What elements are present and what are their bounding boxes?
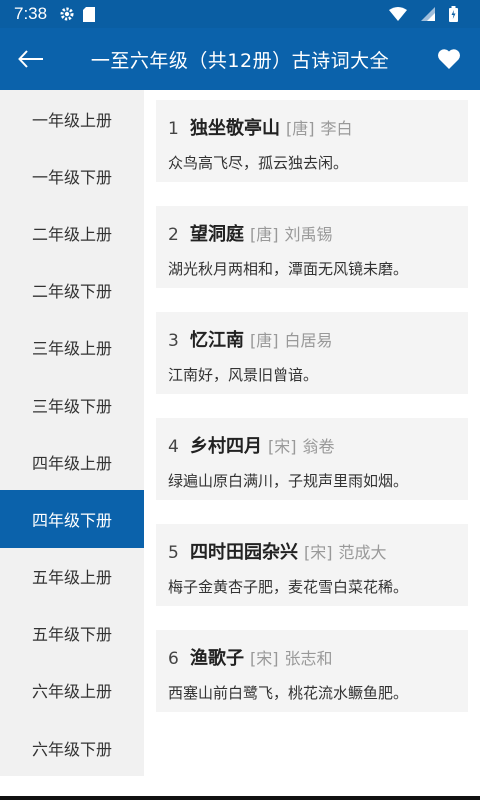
sidebar-item-grade4-vol1[interactable]: 四年级上册 [0, 433, 144, 490]
poem-author: 李白 [320, 119, 353, 138]
sidebar-item-label: 六年级下册 [31, 739, 112, 759]
sd-card-icon [83, 6, 96, 22]
poem-title: 忆江南 [190, 330, 244, 351]
poem-author: 白居易 [284, 331, 333, 350]
sidebar-item-grade2-vol2[interactable]: 二年级下册 [0, 262, 144, 319]
grade-sidebar: 一年级上册 一年级下册 二年级上册 二年级下册 三年级上册 三年级下册 四年级上… [0, 90, 144, 776]
heart-icon [438, 49, 460, 69]
poem-number: 5 [168, 543, 179, 563]
poem-author: 范成大 [338, 543, 387, 562]
poem-title: 乡村四月 [190, 436, 262, 457]
sidebar-item-grade6-vol2[interactable]: 六年级下册 [0, 719, 144, 776]
poem-number: 6 [168, 649, 179, 669]
sidebar-item-grade3-vol1[interactable]: 三年级上册 [0, 319, 144, 376]
poem-dynasty: [宋] [250, 649, 279, 668]
arrow-left-icon [18, 50, 43, 68]
poem-title: 望洞庭 [190, 224, 244, 245]
sidebar-item-grade2-vol1[interactable]: 二年级上册 [0, 204, 144, 261]
poem-number: 1 [168, 119, 179, 139]
sidebar-item-label: 三年级上册 [31, 339, 112, 359]
poem-author: 翁卷 [302, 437, 335, 456]
poem-number: 3 [168, 331, 179, 351]
poem-card[interactable]: 6 渔歌子 [宋] 张志和 西塞山前白鹭飞，桃花流水鳜鱼肥。 [156, 630, 468, 712]
status-bar: 7:38 [0, 0, 480, 28]
sidebar-item-label: 一年级上册 [31, 110, 112, 130]
poem-dynasty: [唐] [250, 331, 279, 350]
sidebar-item-label: 五年级下册 [31, 625, 112, 645]
sidebar-item-grade1-vol2[interactable]: 一年级下册 [0, 147, 144, 204]
page-title: 一至六年级（共12册）古诗词大全 [90, 49, 390, 72]
nav-bar-strip [0, 796, 480, 800]
poem-first-line: 绿遍山原白满川，子规声里雨如烟。 [168, 472, 409, 490]
poem-list: 1 独坐敬亭山 [唐] 李白 众鸟高飞尽，孤云独去闲。 2 望洞庭 [唐] 刘禹… [144, 90, 480, 776]
poem-card[interactable]: 4 乡村四月 [宋] 翁卷 绿遍山原白满川，子规声里雨如烟。 [156, 418, 468, 500]
poem-card[interactable]: 2 望洞庭 [唐] 刘禹锡 湖光秋月两相和，潭面无风镜未磨。 [156, 206, 468, 288]
poem-dynasty: [宋] [268, 437, 297, 456]
poem-first-line: 西塞山前白鹭飞，桃花流水鳜鱼肥。 [168, 684, 409, 702]
poem-dynasty: [唐] [250, 225, 279, 244]
poem-author: 刘禹锡 [284, 225, 333, 244]
poem-dynasty: [唐] [286, 119, 315, 138]
poem-number: 2 [168, 225, 179, 245]
poem-title: 渔歌子 [190, 648, 244, 669]
sidebar-item-label: 一年级下册 [31, 167, 112, 187]
poem-first-line: 众鸟高飞尽，孤云独去闲。 [168, 154, 349, 172]
sidebar-item-label: 二年级下册 [31, 282, 112, 302]
sidebar-item-grade3-vol2[interactable]: 三年级下册 [0, 376, 144, 433]
poem-card[interactable]: 1 独坐敬亭山 [唐] 李白 众鸟高飞尽，孤云独去闲。 [156, 100, 468, 182]
status-time: 7:38 [14, 4, 48, 23]
gear-icon [59, 6, 75, 22]
poem-author: 张志和 [284, 649, 333, 668]
sidebar-item-label: 五年级上册 [31, 568, 112, 588]
poem-card[interactable]: 5 四时田园杂兴 [宋] 范成大 梅子金黄杏子肥，麦花雪白菜花稀。 [156, 524, 468, 606]
signal-icon [421, 7, 435, 21]
sidebar-item-label: 四年级下册 [31, 510, 112, 530]
sidebar-item-grade4-vol2[interactable]: 四年级下册 [0, 490, 144, 548]
sidebar-item-label: 二年级上册 [31, 224, 112, 244]
sidebar-item-label: 四年级上册 [31, 453, 112, 473]
poem-first-line: 湖光秋月两相和，潭面无风镜未磨。 [168, 260, 409, 278]
sidebar-item-grade5-vol2[interactable]: 五年级下册 [0, 605, 144, 662]
favorite-button[interactable] [432, 42, 466, 76]
sidebar-item-grade6-vol1[interactable]: 六年级上册 [0, 662, 144, 719]
wifi-icon [389, 7, 407, 21]
system-nav-bar [0, 776, 480, 800]
sidebar-item-label: 三年级下册 [31, 396, 112, 416]
poem-number: 4 [168, 437, 179, 457]
back-button[interactable] [14, 42, 48, 76]
sidebar-item-grade5-vol1[interactable]: 五年级上册 [0, 548, 144, 605]
poem-first-line: 梅子金黄杏子肥，麦花雪白菜花稀。 [168, 578, 409, 596]
sidebar-item-label: 六年级上册 [31, 682, 112, 702]
app-bar: 一至六年级（共12册）古诗词大全 [0, 28, 480, 90]
poem-title: 独坐敬亭山 [190, 118, 280, 139]
poem-card[interactable]: 3 忆江南 [唐] 白居易 江南好，风景旧曾谙。 [156, 312, 468, 394]
poem-first-line: 江南好，风景旧曾谙。 [168, 366, 319, 384]
battery-icon [449, 6, 458, 22]
poem-title: 四时田园杂兴 [190, 542, 298, 563]
sidebar-item-grade1-vol1[interactable]: 一年级上册 [0, 90, 144, 147]
poem-dynasty: [宋] [304, 543, 333, 562]
